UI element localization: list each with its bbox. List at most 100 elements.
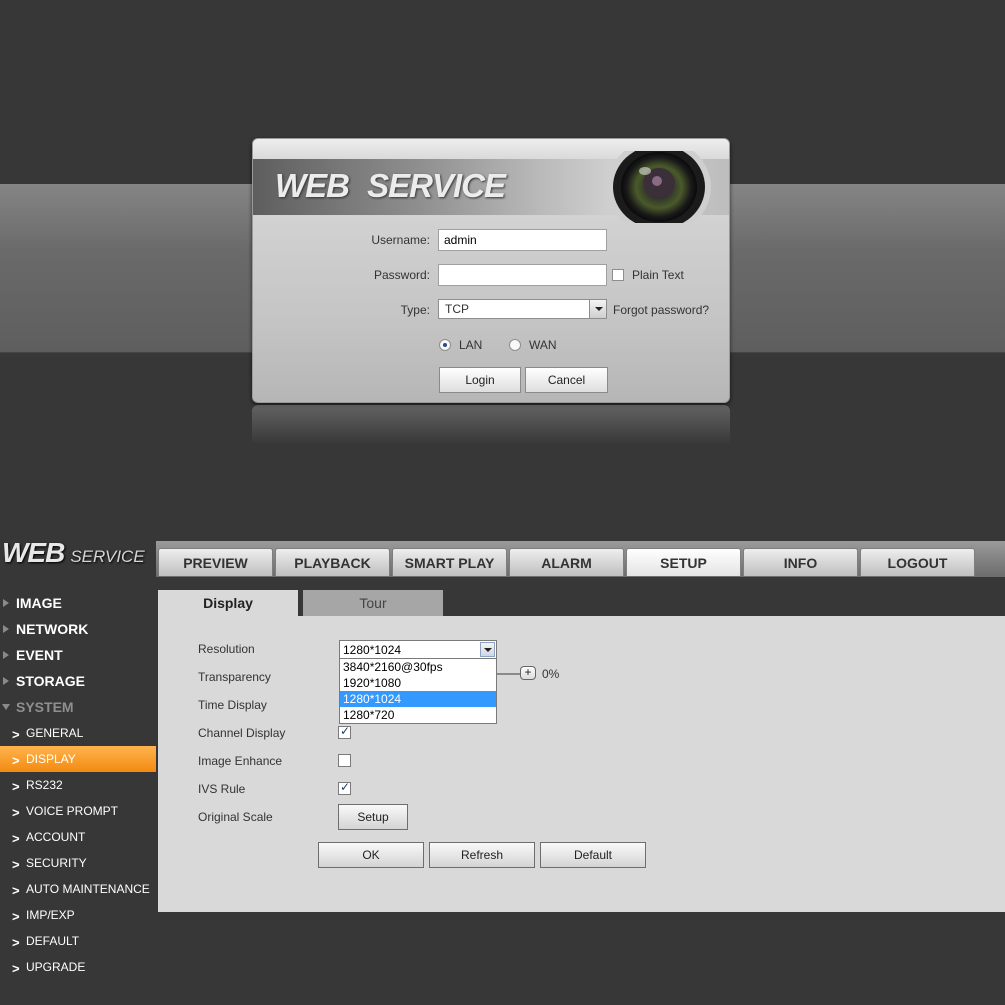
sidebar-item-label: DISPLAY [26,752,76,766]
login-title: WEB SERVICE [275,167,506,204]
password-input[interactable] [438,264,607,286]
type-label: Type: [400,303,430,317]
default-button[interactable]: Default [540,842,646,868]
wan-label: WAN [529,338,557,352]
sidebar-item-image[interactable]: IMAGE [0,590,156,616]
sidebar-item-imp-exp[interactable]: > IMP/EXP [0,902,156,928]
sidebar-item-label: DEFAULT [26,934,80,948]
brand-web: WEB [2,537,65,568]
sidebar-item-account[interactable]: > ACCOUNT [0,824,156,850]
sidebar-item-label: IMP/EXP [26,908,75,922]
sidebar-item-label: VOICE PROMPT [26,804,119,818]
collapsed-arrow-icon [3,599,9,607]
tab-info[interactable]: INFO [743,548,858,576]
sidebar-item-label: GENERAL [26,726,84,740]
resolution-dropdown-list: 3840*2160@30fps 1920*1080 1280*1024 1280… [339,658,497,724]
sidebar-item-label: EVENT [16,647,63,663]
tab-logout[interactable]: LOGOUT [860,548,975,576]
login-button[interactable]: Login [439,367,521,393]
original-scale-label: Original Scale [198,810,273,824]
transparency-slider-track[interactable] [497,673,520,675]
resolution-value: 1280*1024 [343,643,402,657]
brand-service: SERVICE [70,547,145,566]
sidebar-item-display[interactable]: > DISPLAY [0,746,156,772]
chevron-down-icon[interactable] [589,300,606,318]
tab-tour[interactable]: Tour [303,590,443,616]
sidebar-item-security[interactable]: > SECURITY [0,850,156,876]
collapsed-arrow-icon [3,677,9,685]
resolution-option-selected[interactable]: 1280*1024 [340,691,496,707]
sidebar-item-label: RS232 [26,778,63,792]
resolution-label: Resolution [198,642,255,656]
sidebar-item-auto-maintenance[interactable]: > AUTO MAINTENANCE [0,876,156,902]
chevron-right-icon: > [12,935,20,950]
refresh-button[interactable]: Refresh [429,842,535,868]
username-row: Username: admin [252,229,730,251]
chevron-right-icon: > [12,727,20,742]
original-scale-setup-button[interactable]: Setup [338,804,408,830]
time-display-label: Time Display [198,698,267,712]
sidebar-item-label: AUTO MAINTENANCE [26,882,150,896]
camera-lens-icon [607,151,711,223]
type-select[interactable]: TCP [438,299,607,319]
plain-text-checkbox[interactable] [612,269,624,281]
sidebar-item-event[interactable]: EVENT [0,642,156,668]
channel-display-label: Channel Display [198,726,286,740]
wan-radio[interactable] [509,339,521,351]
chevron-right-icon: > [12,857,20,872]
brand-logo: WEB SERVICE [2,537,145,569]
ivs-rule-label: IVS Rule [198,782,246,796]
chevron-right-icon: > [12,779,20,794]
plain-text-label: Plain Text [632,268,684,282]
collapsed-arrow-icon [3,625,9,633]
type-value: TCP [445,302,469,316]
sidebar-item-network[interactable]: NETWORK [0,616,156,642]
sidebar-item-general[interactable]: > GENERAL [0,720,156,746]
chevron-right-icon: > [12,805,20,820]
transparency-label: Transparency [198,670,271,684]
sidebar-item-storage[interactable]: STORAGE [0,668,156,694]
sidebar-item-default[interactable]: > DEFAULT [0,928,156,954]
tab-preview[interactable]: PREVIEW [158,548,273,576]
transparency-value: 0% [542,667,560,681]
forgot-password-link[interactable]: Forgot password? [613,303,709,317]
resolution-option[interactable]: 3840*2160@30fps [340,659,496,675]
sidebar-item-label: NETWORK [16,621,89,637]
chevron-right-icon: > [12,753,20,768]
tab-display[interactable]: Display [158,590,298,616]
lan-label: LAN [459,338,483,352]
login-banner: WEB SERVICE [253,151,729,223]
username-label: Username: [371,233,430,247]
sidebar-item-system[interactable]: SYSTEM [0,694,156,720]
resolution-option[interactable]: 1920*1080 [340,675,496,691]
plus-icon[interactable]: + [520,666,536,680]
ivs-rule-checkbox[interactable] [338,780,351,795]
login-reflection [252,405,730,445]
tab-setup[interactable]: SETUP [626,548,741,576]
username-input[interactable]: admin [438,229,607,251]
expanded-arrow-icon [2,704,10,710]
collapsed-arrow-icon [3,651,9,659]
tab-smart-play[interactable]: SMART PLAY [392,548,507,576]
sidebar-item-label: SYSTEM [16,699,74,715]
sidebar-item-label: SECURITY [26,856,87,870]
chevron-right-icon: > [12,961,20,976]
chevron-right-icon: > [12,883,20,898]
sidebar-item-rs232[interactable]: > RS232 [0,772,156,798]
ok-button[interactable]: OK [318,842,424,868]
cancel-button[interactable]: Cancel [525,367,608,393]
chevron-down-icon[interactable] [480,642,495,657]
lan-radio[interactable] [439,339,451,351]
sidebar-item-upgrade[interactable]: > UPGRADE [0,954,156,980]
tab-playback[interactable]: PLAYBACK [275,548,390,576]
resolution-select[interactable]: 1280*1024 [339,640,497,659]
sidebar-item-label: ACCOUNT [26,830,86,844]
resolution-option[interactable]: 1280*720 [340,707,496,723]
password-label: Password: [373,268,430,282]
tab-alarm[interactable]: ALARM [509,548,624,576]
sidebar-item-voice-prompt[interactable]: > VOICE PROMPT [0,798,156,824]
chevron-right-icon: > [12,831,20,846]
channel-display-checkbox[interactable] [338,724,351,739]
image-enhance-checkbox[interactable] [338,754,351,767]
sidebar-item-label: UPGRADE [26,960,86,974]
